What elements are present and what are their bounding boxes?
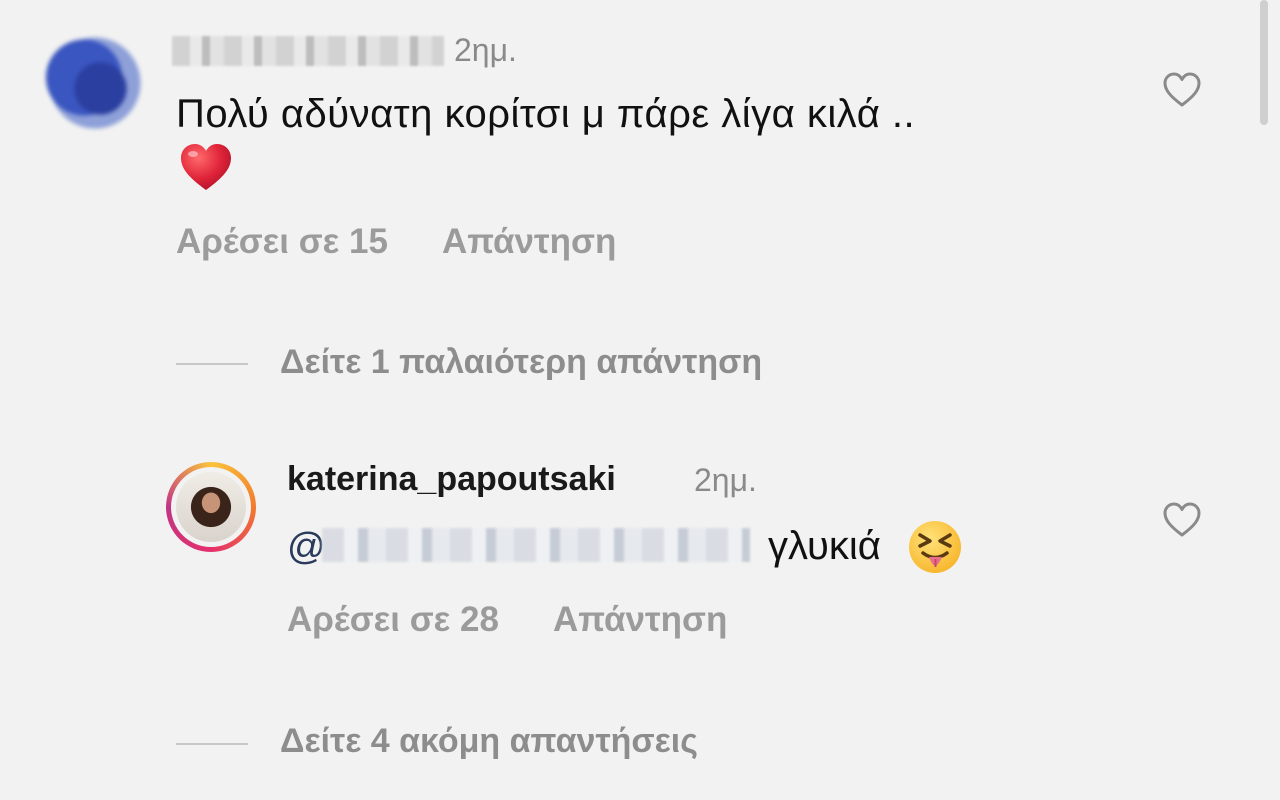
scrollbar[interactable] bbox=[1260, 0, 1268, 125]
reply-text: γλυκιά bbox=[768, 524, 881, 568]
blurred-username[interactable] bbox=[172, 36, 444, 66]
avatar[interactable] bbox=[166, 462, 256, 552]
comments-panel: 2ημ. Πολύ αδύνατη κορίτσι μ πάρε λίγα κι… bbox=[0, 0, 1280, 800]
profile-photo bbox=[176, 472, 246, 542]
heart-icon[interactable] bbox=[1162, 72, 1202, 108]
avatar[interactable] bbox=[40, 28, 150, 138]
divider-line bbox=[176, 743, 248, 745]
comment-actions: Αρέσει σε 15 Απάντηση bbox=[176, 222, 616, 262]
reply-button[interactable]: Απάντηση bbox=[553, 600, 727, 639]
divider-line bbox=[176, 363, 248, 365]
comment-text: Πολύ αδύνατη κορίτσι μ πάρε λίγα κιλά .. bbox=[176, 92, 916, 136]
view-older-replies-button[interactable]: Δείτε 1 παλαιότερη απάντηση bbox=[280, 343, 762, 382]
comment-timestamp: 2ημ. bbox=[454, 32, 517, 68]
mention-prefix[interactable]: @ bbox=[287, 526, 326, 569]
blurred-mention[interactable] bbox=[322, 528, 750, 562]
reply-button[interactable]: Απάντηση bbox=[442, 222, 616, 261]
heart-emoji bbox=[181, 144, 231, 190]
heart-icon[interactable] bbox=[1162, 502, 1202, 538]
story-ring bbox=[171, 467, 251, 547]
squinting-tongue-emoji bbox=[909, 521, 961, 573]
reply-username[interactable]: katerina_papoutsaki bbox=[287, 460, 616, 499]
view-more-replies-button[interactable]: Δείτε 4 ακόμη απαντήσεις bbox=[280, 722, 698, 761]
reply-timestamp: 2ημ. bbox=[694, 462, 757, 498]
likes-count[interactable]: Αρέσει σε 28 bbox=[287, 600, 499, 639]
likes-count[interactable]: Αρέσει σε 15 bbox=[176, 222, 388, 261]
reply-actions: Αρέσει σε 28 Απάντηση bbox=[287, 600, 727, 640]
